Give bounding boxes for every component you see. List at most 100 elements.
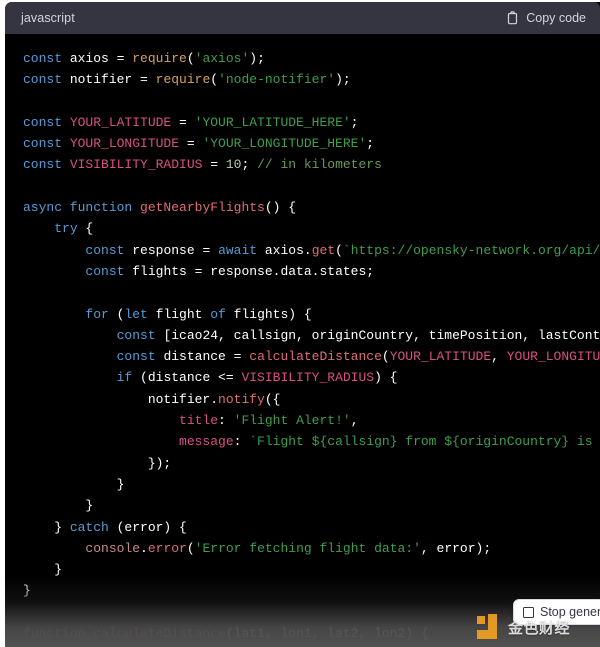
code-token: (distance <= xyxy=(132,370,242,386)
code-token: VISIBILITY_RADIUS xyxy=(241,370,375,386)
code-token: VISIBILITY_RADIUS xyxy=(69,157,203,173)
stop-generating-label: Stop generating xyxy=(540,605,600,619)
code-line: const distance = calculateDistance(YOUR_… xyxy=(23,346,600,367)
stop-generating-button[interactable]: Stop generating xyxy=(513,599,600,625)
code-token: ( xyxy=(210,72,219,88)
code-token: const xyxy=(116,327,164,343)
code-token: const xyxy=(23,157,70,173)
code-token: calculateDistance xyxy=(249,349,382,365)
code-token: for xyxy=(85,306,109,322)
code-token: } xyxy=(23,476,125,492)
code-line: message: `Flight ${callsign} from ${orig… xyxy=(23,431,600,452)
code-line: }); xyxy=(23,453,600,474)
code-line: function calculateDistance(lat1, lon1, l… xyxy=(23,623,600,644)
code-token: async function xyxy=(23,200,141,216)
code-token: , error); xyxy=(420,540,492,556)
code-token: flights) { xyxy=(225,306,312,322)
code-token: const xyxy=(85,263,133,279)
code-language-label: javascript xyxy=(21,11,75,25)
code-token: get xyxy=(311,242,336,258)
code-token: ( xyxy=(381,349,390,365)
code-line: } catch (error) { xyxy=(23,517,600,538)
code-token: ; xyxy=(241,157,258,173)
code-token: try xyxy=(54,221,78,237)
code-token: `https://opensky-network.org/api/st xyxy=(342,242,600,258)
code-token: = response.data.states; xyxy=(186,263,375,279)
code-line: try { xyxy=(23,218,600,239)
code-token: } xyxy=(23,498,94,514)
code-token: } xyxy=(23,583,31,599)
code-line: const YOUR_LATITUDE = 'YOUR_LATITUDE_HER… xyxy=(23,112,600,133)
code-line: const [icao24, callsign, originCountry, … xyxy=(23,325,600,346)
code-token: } xyxy=(23,519,70,535)
code-token: 'axios' xyxy=(194,51,250,66)
code-content: const axios = require('axios'); const not… xyxy=(5,34,600,644)
code-token: ( xyxy=(186,540,195,556)
code-line: const notifier = require('node-notifier'… xyxy=(23,69,600,90)
code-token: ( xyxy=(108,306,125,322)
code-line: title: 'Flight Alert!', xyxy=(23,410,600,431)
code-token: YOUR_LONGITUDE xyxy=(506,349,600,365)
code-token: }); xyxy=(23,455,172,471)
code-token: YOUR_LONGITUDE xyxy=(69,136,180,152)
code-token: ); xyxy=(335,72,351,88)
clipboard-icon xyxy=(506,11,519,25)
code-token: (lat1, lon1, lat2, lon2) { xyxy=(225,626,429,642)
code-token: YOUR_LATITUDE xyxy=(389,349,492,365)
copy-code-button[interactable]: Copy code xyxy=(506,11,586,25)
code-token: ); xyxy=(249,51,265,66)
code-token: require xyxy=(132,51,187,66)
code-token: { xyxy=(77,221,94,237)
code-token: axios. xyxy=(257,242,312,258)
code-token: () { xyxy=(264,200,297,216)
code-token: ( xyxy=(186,51,195,66)
code-token: ( xyxy=(335,242,343,258)
code-line: if (distance <= VISIBILITY_RADIUS) { xyxy=(23,367,600,388)
code-line: console.error('Error fetching flight dat… xyxy=(23,538,600,559)
code-token: 'YOUR_LONGITUDE_HERE' xyxy=(202,136,367,152)
code-token: 'YOUR_LATITUDE_HERE' xyxy=(194,114,351,130)
code-token: 'node-notifier' xyxy=(218,72,336,88)
code-token: of xyxy=(210,306,226,322)
code-line: const VISIBILITY_RADIUS = 10; // in kilo… xyxy=(23,154,600,175)
code-token: YOUR_LATITUDE xyxy=(69,114,172,130)
code-token: const xyxy=(23,72,70,88)
code-token: = xyxy=(132,72,156,88)
code-token: ; xyxy=(350,114,359,130)
code-token: error xyxy=(147,540,187,556)
code-line: async function getNearbyFlights() { xyxy=(23,197,600,218)
code-block-header: javascript Copy code xyxy=(5,2,600,34)
code-token: const xyxy=(23,51,70,66)
code-token: = xyxy=(202,157,226,173)
code-token: , xyxy=(350,413,359,429)
code-token: flight xyxy=(147,306,211,322)
code-token: const xyxy=(23,114,70,130)
code-token: flights xyxy=(132,263,187,279)
code-token: // in kilometers xyxy=(257,157,382,173)
copy-code-label: Copy code xyxy=(526,11,586,25)
code-token: const xyxy=(23,136,70,152)
code-body[interactable]: const axios = require('axios'); const not… xyxy=(5,34,600,647)
code-token: title xyxy=(179,413,219,429)
code-token: distance xyxy=(163,349,226,365)
code-token: } xyxy=(23,562,63,578)
code-line: } xyxy=(23,495,600,516)
code-line: const axios = require('axios'); xyxy=(23,48,600,69)
code-token: const xyxy=(85,242,133,258)
code-token: response xyxy=(132,242,195,258)
code-token: = xyxy=(194,242,219,258)
code-token: 10 xyxy=(225,157,242,173)
code-token: notifier. xyxy=(23,391,219,407)
code-token: : xyxy=(218,413,234,429)
code-token: `Flight ${callsign} from ${originCountry… xyxy=(249,434,600,450)
